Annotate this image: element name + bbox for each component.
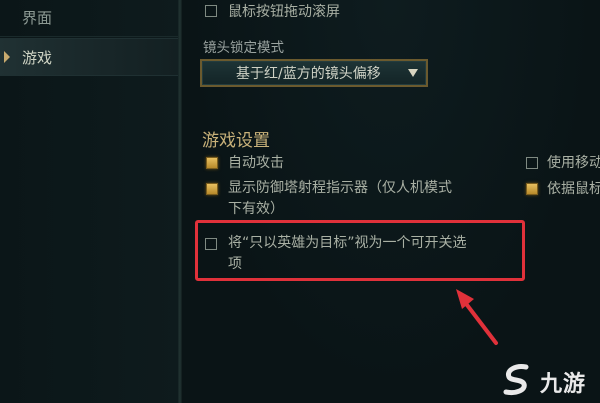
camera-lock-mode-title: 镜头锁定模式 <box>203 40 284 56</box>
annotation-arrow-icon <box>456 289 498 345</box>
based-on-mouse-checkbox[interactable] <box>526 183 538 195</box>
active-indicator-icon <box>4 51 10 63</box>
game-settings-title: 游戏设置 <box>202 131 270 151</box>
highlight-annotation-box <box>195 220 525 281</box>
sidebar-separator <box>0 36 178 37</box>
auto-attack-label: 自动攻击 <box>228 155 284 171</box>
mouse-drag-scroll-checkbox[interactable] <box>205 5 217 17</box>
camera-lock-mode-dropdown[interactable]: 基于红/蓝方的镜头偏移 <box>200 59 428 87</box>
based-on-mouse-label: 依据鼠标 <box>547 181 600 197</box>
chevron-down-icon <box>408 69 418 77</box>
tower-range-checkbox[interactable] <box>206 183 218 195</box>
use-move-label: 使用移动 <box>547 155 600 171</box>
auto-attack-checkbox[interactable] <box>206 157 218 169</box>
watermark-logo-icon <box>503 364 529 395</box>
tower-range-label-line2: 下有效） <box>228 201 284 217</box>
watermark-text: 九游 <box>540 372 587 397</box>
use-move-checkbox[interactable] <box>526 157 538 169</box>
sidebar-item-game[interactable]: 游戏 <box>0 38 178 76</box>
sidebar-item-interface[interactable]: 界面 <box>0 0 178 36</box>
sidebar-item-label: 游戏 <box>22 48 53 67</box>
dropdown-selected-value: 基于红/蓝方的镜头偏移 <box>236 66 381 82</box>
mouse-drag-scroll-label: 鼠标按钮拖动滚屏 <box>228 4 340 20</box>
sidebar-item-label: 界面 <box>22 8 53 27</box>
tower-range-label-line1: 显示防御塔射程指示器（仅人机模式 <box>228 180 452 196</box>
